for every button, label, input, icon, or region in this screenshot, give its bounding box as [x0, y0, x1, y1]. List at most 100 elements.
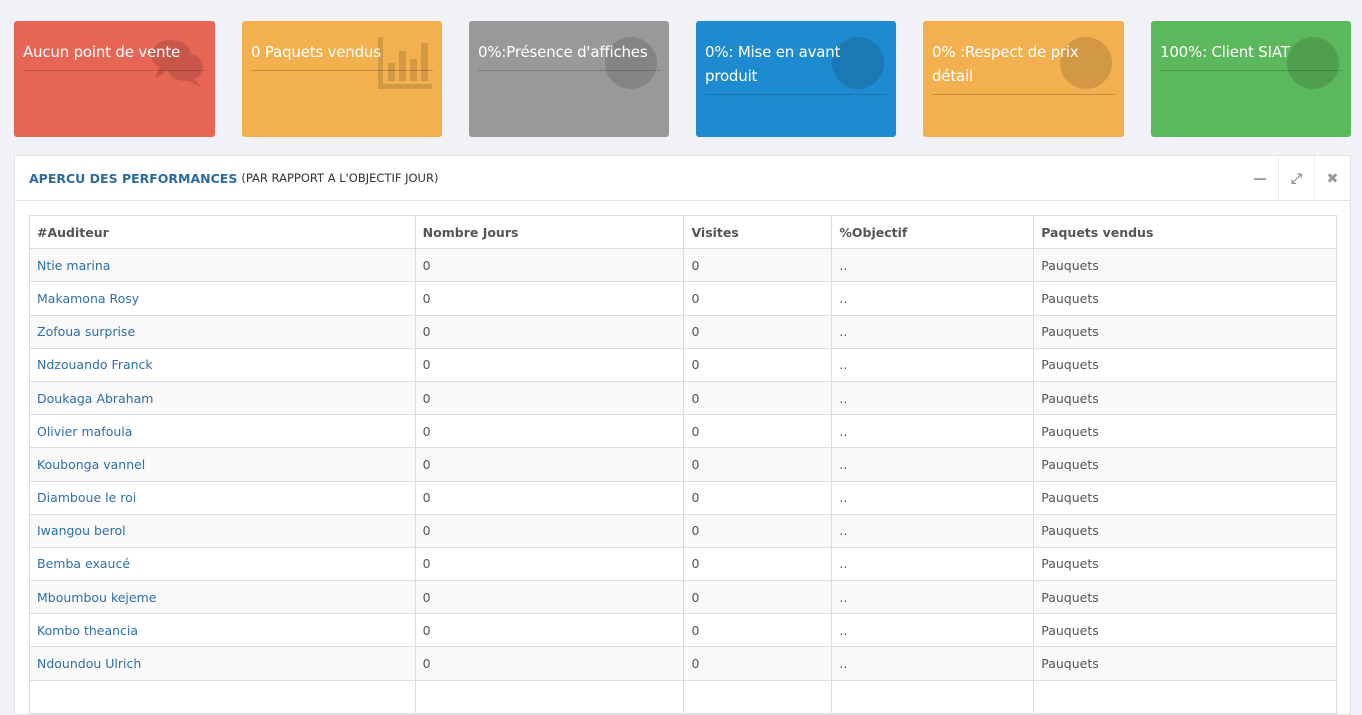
table-cell: 0 [683, 613, 833, 648]
stat-card-label: 0% :Respect de prix détail [932, 43, 1079, 85]
table-cell: 0 [683, 314, 833, 349]
table-cell: Pauquets [1033, 281, 1337, 316]
table-cell: .. [831, 613, 1035, 648]
stat-card[interactable]: 0%:Présence d'affiches [469, 21, 669, 137]
table-cell: Diamboue le roi [29, 480, 416, 515]
table-cell: 0 [414, 480, 685, 515]
table-cell [683, 679, 833, 714]
table-cell [831, 679, 1035, 714]
table-cell: Mboumbou kejeme [29, 580, 416, 615]
table-row: Ndoundou Ulrich 0 0.. Pauquets [29, 646, 1337, 681]
column-header: %Objectif [831, 214, 1035, 250]
table-cell: .. [831, 546, 1035, 582]
table-row: Iwangou berol 0 0.. Pauquets [29, 513, 1337, 548]
panel-subtitle: (PAR RAPPORT A L'OBJECTIF JOUR) [241, 171, 439, 185]
table-cell: 0 [414, 281, 685, 316]
table-cell: .. [831, 513, 1035, 548]
table-cell: 0 [683, 347, 833, 382]
table-cell: Pauquets [1033, 646, 1337, 681]
auditor-link[interactable]: Makamona Rosy [37, 291, 139, 306]
stat-card[interactable]: 0%: Mise en avant produit [696, 21, 896, 137]
table-cell: 0 [414, 580, 685, 615]
table-cell: Iwangou berol [29, 513, 416, 548]
performance-table: #Auditeur Nombre Jours Visites %Objectif Paq… [29, 214, 1337, 714]
panel-header: APERCU DES PERFORMANCES (PAR RAPPORT A L… [15, 156, 1350, 201]
divider [478, 70, 660, 71]
expand-icon[interactable]: ⤢ [1278, 156, 1314, 201]
table-cell: 0 [414, 414, 685, 449]
table-cell: Pauquets [1033, 314, 1337, 349]
table-cell: Olivier mafoula [29, 414, 416, 449]
stat-card[interactable]: 0% :Respect de prix détail [923, 21, 1124, 137]
table-cell: Pauquets [1033, 580, 1337, 615]
auditor-link[interactable]: Doukaga Abraham [37, 391, 154, 406]
table-cell: Pauquets [1033, 613, 1337, 648]
table-row: Ntie marina 0 0.. Pauquets [29, 248, 1337, 283]
table-row: Koubonga vannel 0 0.. Pauquets [29, 447, 1337, 482]
auditor-link[interactable]: Bemba exaucé [37, 556, 130, 571]
table-cell: .. [831, 347, 1035, 382]
table-row: Kombo theancia 0 0.. Pauquets [29, 613, 1337, 648]
close-icon[interactable]: ✖ [1314, 156, 1350, 201]
table-cell [1033, 679, 1337, 714]
table-cell: Pauquets [1033, 480, 1337, 515]
stat-card[interactable]: 100%: Client SIAT [1151, 21, 1351, 137]
table-cell: 0 [414, 447, 685, 482]
performance-panel: APERCU DES PERFORMANCES (PAR RAPPORT A L… [14, 155, 1351, 715]
divider [1160, 70, 1342, 71]
table-cell: 0 [683, 580, 833, 615]
table-cell: 0 [414, 646, 685, 681]
table-cell: Zofoua surprise [29, 314, 416, 349]
table-cell [29, 679, 416, 714]
table-cell: Pauquets [1033, 447, 1337, 482]
table-cell: Kombo theancia [29, 613, 416, 648]
column-header: Nombre Jours [414, 214, 685, 250]
table-cell: Pauquets [1033, 414, 1337, 449]
column-header: #Auditeur [29, 214, 416, 250]
auditor-link[interactable]: Ndzouando Franck [37, 357, 153, 372]
stat-card-label: 100%: Client SIAT [1160, 43, 1290, 61]
table-cell: 0 [683, 447, 833, 482]
table-cell: Pauquets [1033, 380, 1337, 416]
table-cell: Makamona Rosy [29, 281, 416, 316]
auditor-link[interactable]: Ndoundou Ulrich [37, 656, 141, 671]
auditor-link[interactable]: Iwangou berol [37, 523, 126, 538]
stat-card-label: 0 Paquets vendus [251, 43, 381, 61]
auditor-link[interactable]: Ntie marina [37, 258, 110, 273]
stat-card[interactable]: Aucun point de vente [14, 21, 215, 137]
table-cell: .. [831, 281, 1035, 316]
auditor-link[interactable]: Mboumbou kejeme [37, 590, 156, 605]
table-cell: .. [831, 414, 1035, 449]
table-row: Zofoua surprise 0 0.. Pauquets [29, 314, 1337, 349]
table-cell: .. [831, 646, 1035, 681]
table-cell: 0 [414, 380, 685, 416]
table-cell: Ntie marina [29, 248, 416, 283]
auditor-link[interactable]: Zofoua surprise [37, 324, 135, 339]
table-cell: Koubonga vannel [29, 447, 416, 482]
table-cell: Pauquets [1033, 248, 1337, 283]
table-cell: .. [831, 447, 1035, 482]
table-row [29, 679, 1337, 714]
stat-card[interactable]: 0 Paquets vendus [242, 21, 442, 137]
column-header: Visites [683, 214, 833, 250]
table-cell [414, 679, 685, 714]
table-cell: 0 [683, 248, 833, 283]
table-row: Mboumbou kejeme 0 0.. Pauquets [29, 580, 1337, 615]
table-row: Ndzouando Franck 0 0.. Pauquets [29, 347, 1337, 382]
table-cell: 0 [683, 380, 833, 416]
divider [932, 94, 1115, 95]
table-cell: .. [831, 580, 1035, 615]
table-cell: .. [831, 248, 1035, 283]
table-row: Diamboue le roi 0 0.. Pauquets [29, 480, 1337, 515]
column-header: Paquets vendus [1033, 214, 1337, 250]
table-cell: 0 [683, 546, 833, 582]
stat-card-label: 0%:Présence d'affiches [478, 43, 648, 61]
table-row: Doukaga Abraham 0 0.. Pauquets [29, 380, 1337, 416]
auditor-link[interactable]: Diamboue le roi [37, 490, 136, 505]
divider [705, 94, 887, 95]
minimize-icon[interactable]: — [1242, 156, 1278, 201]
stat-card-label: 0%: Mise en avant produit [705, 43, 841, 85]
auditor-link[interactable]: Koubonga vannel [37, 457, 145, 472]
auditor-link[interactable]: Kombo theancia [37, 623, 138, 638]
auditor-link[interactable]: Olivier mafoula [37, 424, 132, 439]
